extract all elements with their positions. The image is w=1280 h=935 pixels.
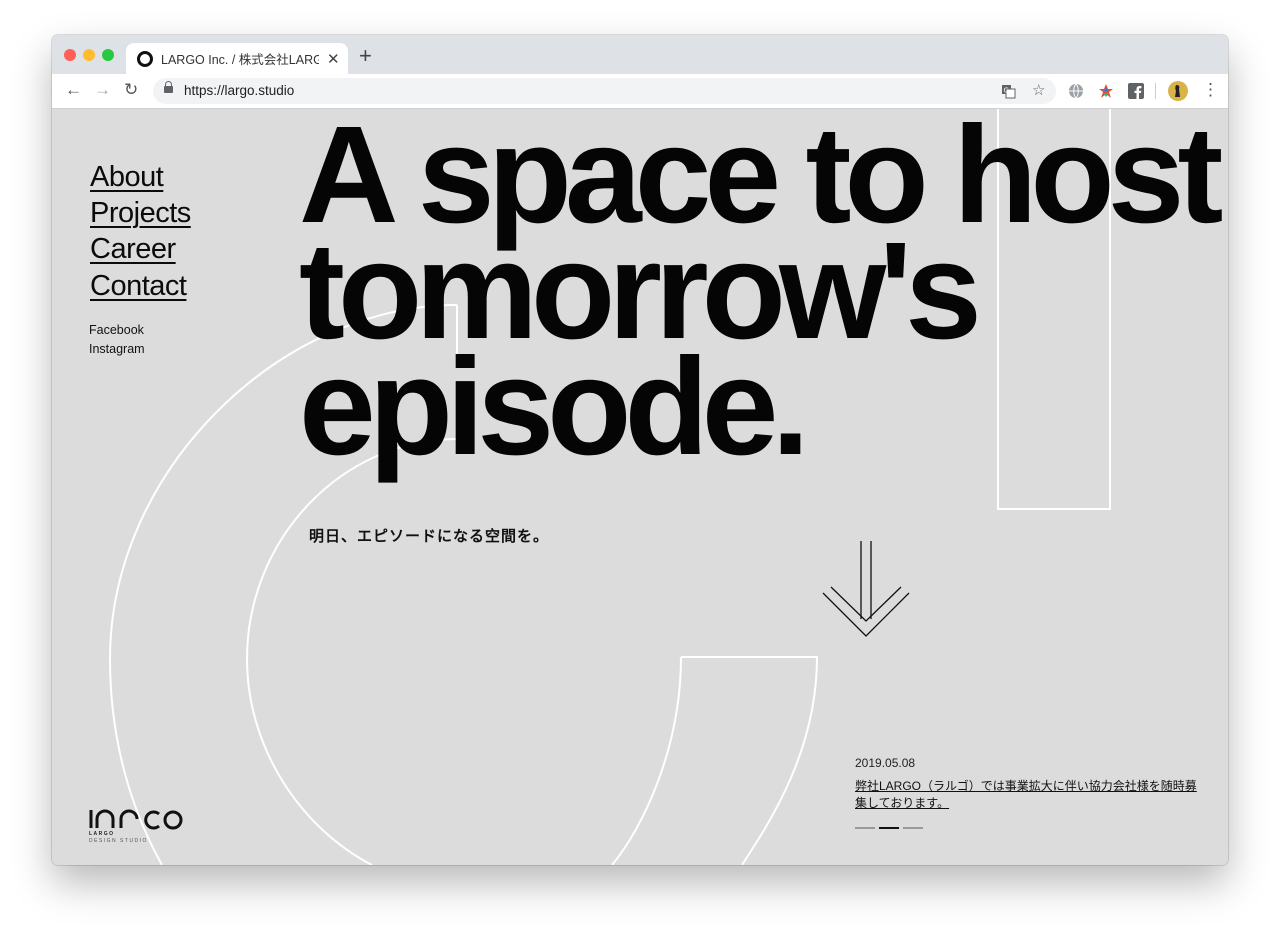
toolbar-divider [1155, 83, 1156, 99]
globe-extension-icon[interactable] [1068, 83, 1084, 99]
logo-name: LARGO [89, 831, 115, 837]
nav-about[interactable]: About [90, 161, 164, 194]
facebook-link[interactable]: Facebook [89, 323, 144, 337]
bookmark-star-icon[interactable]: ☆ [1032, 81, 1045, 99]
browser-toolbar: ← → ↻ https://largo.studio G ☆ ⋮ [52, 74, 1228, 109]
hero-headline: A space to host tomorrow's episode. [299, 109, 1223, 484]
instagram-link[interactable]: Instagram [89, 342, 145, 356]
news-date: 2019.05.08 [855, 756, 916, 770]
facebook-extension-icon[interactable] [1128, 83, 1144, 99]
back-button[interactable]: ← [65, 80, 82, 100]
lock-icon [164, 81, 173, 93]
tab-close-button[interactable]: ✕ [327, 50, 340, 68]
news-pager-dot[interactable] [855, 827, 875, 829]
news-pager-dot-active[interactable] [879, 827, 899, 829]
browser-tab[interactable]: LARGO Inc. / 株式会社LARGO ✕ [126, 43, 348, 74]
browser-window: LARGO Inc. / 株式会社LARGO ✕ + ← → ↻ https:/… [52, 35, 1228, 865]
zoom-window-button[interactable] [102, 49, 114, 61]
close-window-button[interactable] [64, 49, 76, 61]
reload-button[interactable]: ↻ [124, 80, 138, 100]
largo-logo[interactable] [88, 806, 184, 830]
nav-contact[interactable]: Contact [90, 270, 187, 303]
url-text: https://largo.studio [184, 83, 295, 98]
hero-line: episode. [299, 330, 810, 484]
logo-tagline: DESIGN STUDIO [89, 838, 148, 844]
svg-text:G: G [1004, 87, 1009, 95]
nav-projects[interactable]: Projects [90, 197, 191, 230]
favicon-icon [137, 50, 153, 67]
tab-strip: LARGO Inc. / 株式会社LARGO ✕ + [52, 35, 1228, 74]
nav-career[interactable]: Career [90, 233, 176, 266]
tab-title: LARGO Inc. / 株式会社LARGO [161, 53, 319, 67]
news-link[interactable]: 弊社LARGO（ラルゴ）では事業拡大に伴い協力会社様を随時募集しております。 [855, 778, 1200, 812]
new-tab-button[interactable]: + [359, 45, 372, 67]
page-content: About Projects Career Contact Facebook I… [52, 109, 1228, 865]
colorful-extension-icon[interactable] [1098, 83, 1114, 99]
profile-avatar[interactable] [1168, 81, 1188, 101]
news-pager-dot[interactable] [903, 827, 923, 829]
browser-menu-button[interactable]: ⋮ [1202, 80, 1219, 100]
scroll-down-arrow-icon [822, 541, 910, 637]
address-bar[interactable]: https://largo.studio G ☆ [153, 78, 1056, 104]
forward-button[interactable]: → [94, 80, 111, 100]
minimize-window-button[interactable] [83, 49, 95, 61]
hero-subtitle: 明日、エピソードになる空間を。 [309, 528, 550, 545]
translate-icon[interactable]: G [1001, 84, 1016, 99]
